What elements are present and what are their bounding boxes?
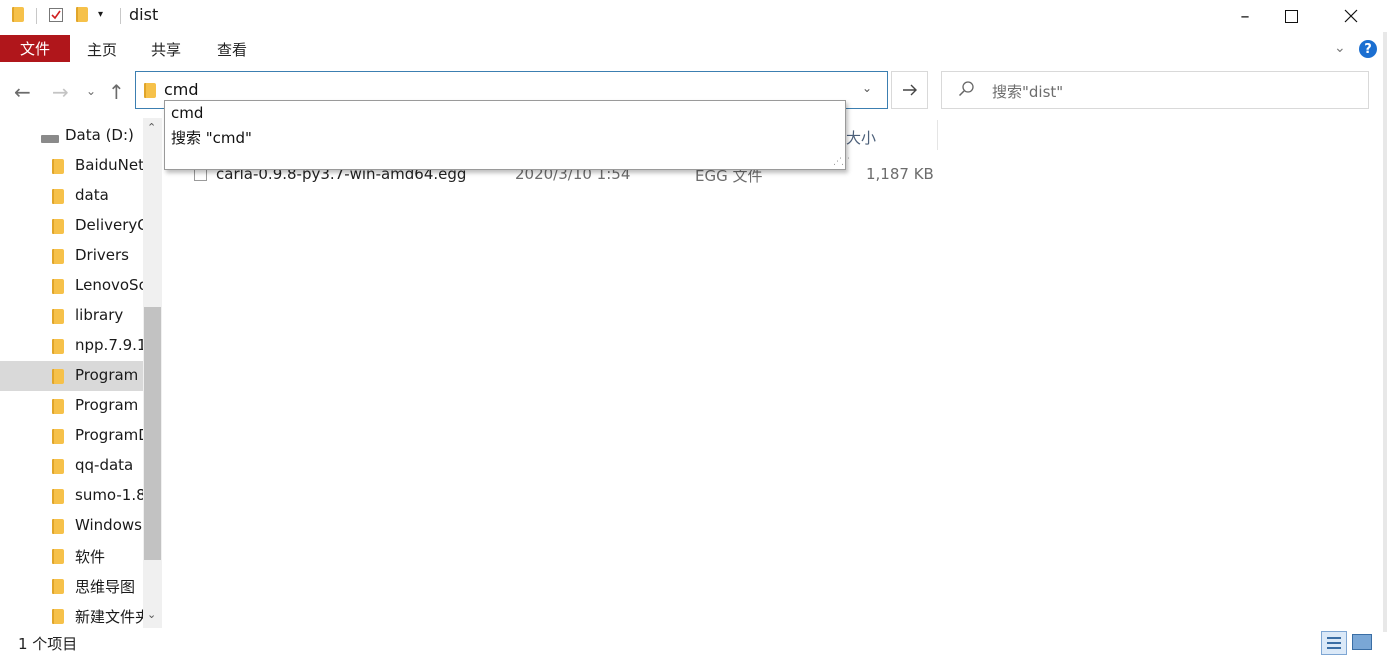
folder-icon: [52, 549, 64, 564]
title-bar: ▾ dist –: [0, 0, 1387, 32]
folder-icon: [52, 249, 64, 264]
folder-icon: [52, 399, 64, 414]
sidebar-item-label: Data (D:): [65, 126, 134, 144]
sidebar-item-folder[interactable]: Drivers: [0, 241, 143, 271]
sidebar-item-label: 软件: [75, 548, 106, 566]
chevron-down-icon[interactable]: ⌄: [862, 81, 872, 95]
sidebar-item-drive[interactable]: Data (D:): [0, 121, 143, 151]
sidebar-item-label: Program: [75, 396, 139, 414]
sidebar-item-label: qq-data: [75, 456, 134, 474]
sidebar-item-folder-selected[interactable]: Program: [0, 361, 143, 391]
drive-icon: [41, 135, 59, 143]
sidebar-item-folder[interactable]: DeliveryO: [0, 211, 143, 241]
properties-icon[interactable]: [48, 7, 64, 23]
address-input[interactable]: [164, 80, 814, 99]
sidebar-item-folder[interactable]: LenovoSo: [0, 271, 143, 301]
scroll-up-icon[interactable]: ⌃: [147, 121, 156, 134]
autocomplete-item[interactable]: cmd: [171, 104, 203, 122]
sidebar-item-folder[interactable]: library: [0, 301, 143, 331]
sidebar-scrollbar-thumb[interactable]: [144, 307, 161, 560]
expand-ribbon-icon[interactable]: ⌄: [1334, 40, 1346, 56]
folder-icon: [144, 83, 156, 98]
folder-icon: [52, 609, 64, 624]
autocomplete-item[interactable]: 搜索 "cmd": [171, 127, 252, 148]
folder-icon: [52, 459, 64, 474]
divider: [120, 8, 121, 24]
ribbon-tabs: 文件 主页 共享 查看: [0, 32, 1387, 64]
go-button[interactable]: [891, 71, 928, 109]
close-button[interactable]: [1328, 0, 1374, 32]
resize-grip-icon[interactable]: ⋰⋰: [833, 157, 850, 167]
up-button[interactable]: ↑: [108, 80, 125, 104]
search-input[interactable]: 搜索"dist": [992, 81, 1063, 102]
file-size: 1,187 KB: [866, 165, 934, 183]
address-autocomplete: cmd 搜索 "cmd" ⋰⋰: [164, 100, 850, 170]
window-title: dist: [129, 5, 159, 24]
back-button[interactable]: ←: [14, 80, 31, 104]
folder-icon: [52, 579, 64, 594]
folder-icon: [52, 339, 64, 354]
tab-file[interactable]: 文件: [0, 35, 70, 62]
sidebar-item-folder[interactable]: BaiduNet: [0, 151, 143, 181]
scroll-down-icon[interactable]: ⌄: [147, 608, 156, 621]
folder-icon: [52, 519, 64, 534]
folder-icon: [52, 189, 64, 204]
sidebar-item-folder[interactable]: Windows: [0, 511, 143, 541]
search-box[interactable]: 搜索"dist": [941, 71, 1369, 109]
maximize-button[interactable]: [1268, 0, 1314, 32]
folder-icon: [52, 219, 64, 234]
forward-button[interactable]: →: [52, 80, 69, 104]
sidebar-item-label: BaiduNet: [75, 156, 143, 174]
tab-home[interactable]: 主页: [87, 39, 117, 60]
column-header-size[interactable]: 大小: [846, 127, 876, 148]
sidebar-item-label: Windows: [75, 516, 142, 534]
sidebar-item-folder[interactable]: data: [0, 181, 143, 211]
sidebar-item-label: DeliveryO: [75, 216, 143, 234]
divider: [36, 8, 37, 24]
status-item-count: 1 个项目: [18, 635, 78, 653]
details-view-icon[interactable]: [1321, 631, 1347, 655]
sidebar-item-folder[interactable]: 思维导图: [0, 571, 143, 601]
help-icon[interactable]: ?: [1359, 40, 1377, 58]
folder-icon: [12, 7, 28, 23]
sidebar-item-label: Drivers: [75, 246, 129, 264]
sidebar-item-folder[interactable]: Program: [0, 391, 143, 421]
background-window-edge: [1383, 32, 1387, 632]
folder-icon: [52, 159, 64, 174]
sidebar-item-label: Program: [75, 366, 139, 384]
tab-share[interactable]: 共享: [151, 39, 181, 60]
tab-view[interactable]: 查看: [217, 39, 247, 60]
sidebar-item-label: sumo-1.8: [75, 486, 143, 504]
sidebar-item-folder[interactable]: 新建文件夹: [0, 601, 143, 631]
folder-icon: [52, 429, 64, 444]
minimize-button[interactable]: –: [1222, 0, 1268, 32]
large-icons-view-icon[interactable]: [1352, 634, 1372, 650]
sidebar-item-label: npp.7.9.1: [75, 336, 143, 354]
sidebar-item-label: library: [75, 306, 124, 324]
folder-icon: [52, 279, 64, 294]
column-divider[interactable]: [937, 120, 938, 150]
new-folder-icon[interactable]: [76, 7, 92, 23]
sidebar-item-label: LenovoSo: [75, 276, 143, 294]
folder-icon: [52, 369, 64, 384]
recent-locations-icon[interactable]: ⌄: [86, 84, 96, 98]
folder-icon: [52, 489, 64, 504]
sidebar-item-folder[interactable]: ProgramD: [0, 421, 143, 451]
sidebar-item-label: 思维导图: [75, 578, 136, 596]
navigation-pane: Data (D:) BaiduNet data DeliveryO Driver…: [0, 118, 163, 628]
sidebar-item-label: 新建文件夹: [75, 608, 143, 626]
folder-icon: [52, 309, 64, 324]
sidebar-item-label: data: [75, 186, 109, 204]
sidebar-item-label: ProgramD: [75, 426, 143, 444]
customize-toolbar-icon[interactable]: ▾: [98, 9, 114, 25]
sidebar-item-folder[interactable]: sumo-1.8: [0, 481, 143, 511]
sidebar-item-folder[interactable]: 软件: [0, 541, 143, 571]
search-icon: [958, 80, 976, 102]
sidebar-item-folder[interactable]: qq-data: [0, 451, 143, 481]
sidebar-item-folder[interactable]: npp.7.9.1: [0, 331, 143, 361]
